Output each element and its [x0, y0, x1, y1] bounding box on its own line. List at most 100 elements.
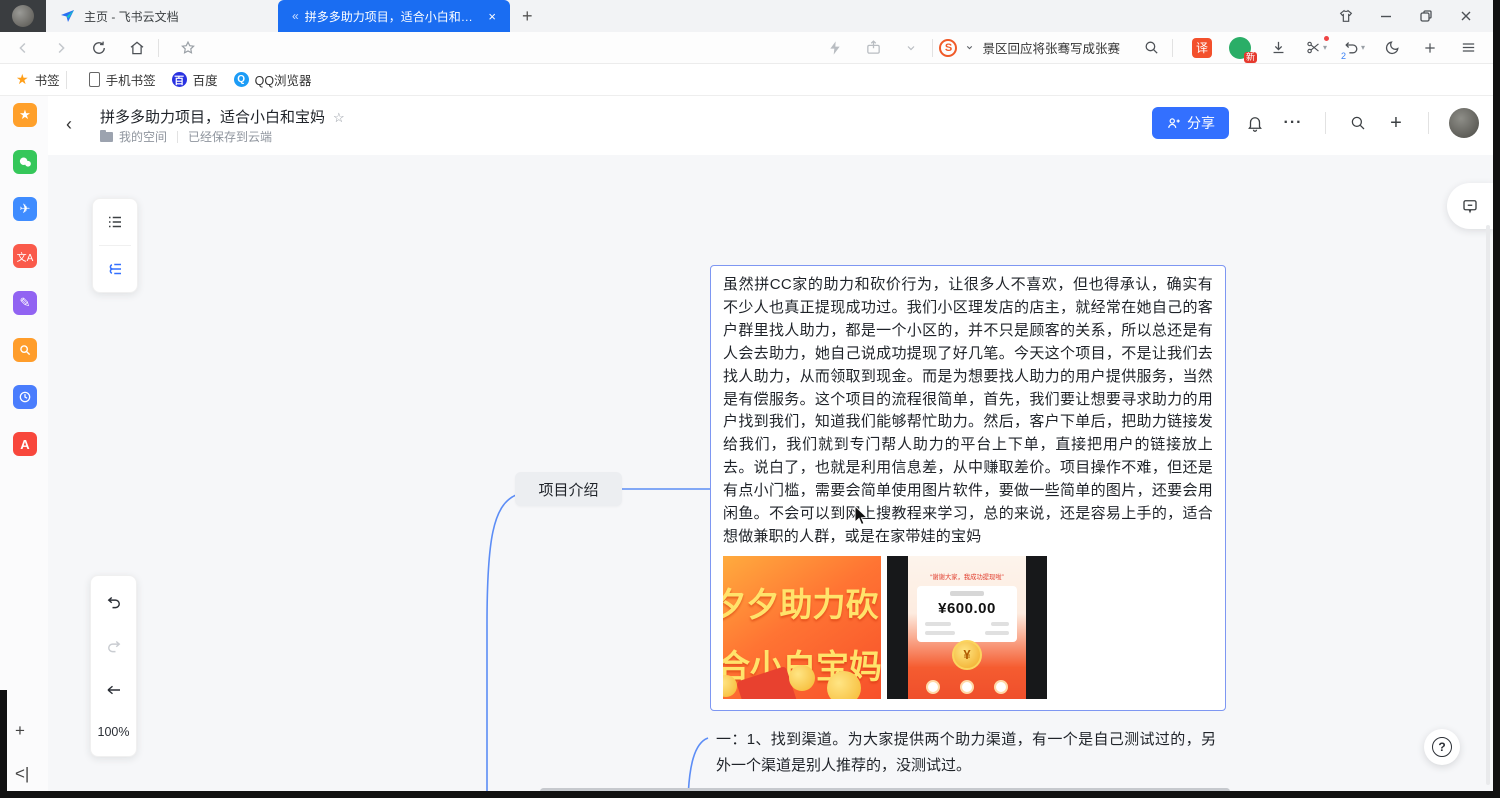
tab-feishu-home[interactable]: 主页 - 飞书云文档	[46, 0, 278, 32]
user-avatar[interactable]	[1449, 108, 1479, 138]
tab-title: 主页 - 飞书云文档	[84, 8, 264, 25]
bookmark-manager[interactable]: ★ 书签	[16, 70, 60, 89]
promo-image[interactable]: 夕夕助力砍 合小白宝妈	[723, 556, 881, 699]
mindmap-node-intro[interactable]: 项目介绍	[515, 472, 622, 506]
feishu-favicon	[60, 8, 76, 24]
theme-skin-icon[interactable]	[1329, 3, 1363, 29]
hot-search-suggestion[interactable]: 景区回应将张骞写成张赛	[982, 38, 1120, 57]
mindmap-view-button[interactable]	[93, 246, 137, 292]
sogou-logo-icon[interactable]: S	[939, 39, 957, 57]
new-tab-button[interactable]: +	[522, 6, 533, 27]
home-icon[interactable]	[122, 35, 152, 61]
baidu-icon: 百	[172, 72, 187, 87]
view-toggle-panel	[92, 198, 138, 293]
browser-toolbar: S 景区回应将张骞写成张赛 译 新 ▾ 2▾	[0, 32, 1493, 64]
undo-icon[interactable]	[91, 580, 136, 624]
more-options-icon[interactable]: ···	[1281, 111, 1305, 135]
tab-current-doc[interactable]: « 拼多多助力项目，适合小白和宝妈 - ×	[278, 0, 510, 32]
vertical-scrollbar[interactable]	[1486, 225, 1490, 785]
doc-title: 拼多多助力项目，适合小白和宝妈☆	[100, 106, 345, 127]
steps-paragraph-1: 一：1、找到渠道。为大家提供两个助力渠道，有一个是自己测试过的，另外一个渠道是别…	[716, 727, 1216, 779]
tab-back-icon[interactable]: «	[292, 9, 299, 23]
comments-panel-tab[interactable]	[1447, 183, 1493, 229]
mouse-cursor	[853, 505, 871, 527]
bookmark-baidu[interactable]: 百 百度	[172, 70, 218, 89]
add-sidebar-app-icon[interactable]: +	[15, 721, 25, 741]
wechat-icon[interactable]	[13, 150, 37, 174]
lightning-icon[interactable]	[820, 35, 850, 61]
doc-breadcrumb: 我的空间 已经保存到云端	[100, 128, 272, 145]
doc-search-icon[interactable]	[1346, 111, 1370, 135]
intro-text: 虽然拼CC家的助力和砍价行为，让很多人不喜欢，但也得承认，确实有不少人也真正提现…	[723, 274, 1213, 549]
canvas-controls-panel: 100%	[90, 575, 137, 757]
browser-account[interactable]	[0, 0, 46, 32]
doc-space[interactable]: 我的空间	[119, 128, 167, 145]
search-app-icon[interactable]	[13, 338, 37, 362]
back-icon[interactable]	[8, 35, 38, 61]
history-undo-icon[interactable]: 2▾	[1339, 35, 1369, 61]
bookmark-label: 手机书签	[106, 70, 156, 89]
doc-header: ‹ 拼多多助力项目，适合小白和宝妈☆ 我的空间 已经保存到云端 分享 ···	[48, 96, 1493, 155]
share-button[interactable]: 分享	[1152, 107, 1229, 139]
bookmark-qq-browser[interactable]: Q QQ浏览器	[234, 70, 312, 89]
withdraw-amount: ¥600.00	[925, 600, 1009, 617]
refresh-icon[interactable]	[84, 35, 114, 61]
add-extension-icon[interactable]	[1415, 35, 1445, 61]
search-engine-caret-icon[interactable]	[965, 43, 974, 52]
zoom-level[interactable]: 100%	[91, 712, 136, 752]
withdraw-screenshot-image[interactable]: “谢谢大家，我成功提现啦” ¥600.00 ¥	[887, 556, 1047, 699]
collect-star-icon[interactable]: ★	[13, 103, 37, 127]
help-button[interactable]: ?	[1424, 729, 1460, 765]
notes-pen-icon[interactable]: ✎	[13, 291, 37, 315]
translate-icon[interactable]: 译	[1187, 35, 1217, 61]
favorite-star-icon[interactable]	[173, 35, 203, 61]
promo-app-icon[interactable]: 新	[1225, 35, 1255, 61]
phone-bottom-icons	[908, 680, 1026, 694]
mindmap-node-content[interactable]: 虽然拼CC家的助力和砍价行为，让很多人不喜欢，但也得承认，确实有不少人也真正提现…	[710, 265, 1226, 711]
doc-back-icon[interactable]: ‹	[66, 114, 72, 135]
coin-graphic	[827, 671, 861, 699]
share-page-icon[interactable]	[858, 35, 888, 61]
translate-app-icon[interactable]: 文A	[13, 244, 37, 268]
horizontal-scrollbar[interactable]	[540, 788, 1230, 791]
page-content: ★ ✈ 文A ✎ A + <| ‹ 拼多多助力项目，适合小白和宝妈☆ 我的空间	[0, 96, 1493, 791]
bookmark-star-icon: ★	[16, 71, 29, 88]
comment-icon	[1461, 197, 1479, 215]
withdraw-card: ¥600.00	[917, 586, 1017, 642]
bookmark-mobile[interactable]: 手机书签	[89, 70, 156, 89]
restore-button[interactable]	[1409, 3, 1443, 29]
night-mode-moon-icon[interactable]	[1377, 35, 1407, 61]
history-clock-icon[interactable]	[13, 385, 37, 409]
paper-plane-icon[interactable]: ✈	[13, 197, 37, 221]
tab-title: 拼多多助力项目，适合小白和宝妈 -	[305, 8, 481, 25]
redo-icon[interactable]	[91, 624, 136, 668]
search-icon[interactable]	[1136, 35, 1166, 61]
mindmap-canvas[interactable]: 100% 项目介绍 虽然拼CC家的助力和砍价行为，让很多人不喜欢，但也得承认，确…	[48, 155, 1493, 791]
bookmark-label: 书签	[35, 70, 60, 89]
screenshot-scissors-icon[interactable]: ▾	[1301, 35, 1331, 61]
collapse-rail-icon[interactable]: <|	[15, 764, 29, 784]
tab-close-icon[interactable]: ×	[488, 9, 496, 24]
withdraw-quote: “谢谢大家，我成功提现啦”	[914, 572, 1020, 581]
mindmap-node-steps[interactable]: 一：1、找到渠道。为大家提供两个助力渠道，有一个是自己测试过的，另外一个渠道是别…	[716, 727, 1216, 791]
share-person-icon	[1166, 116, 1181, 131]
minimize-button[interactable]	[1369, 3, 1403, 29]
coin-graphic	[789, 665, 815, 691]
coin-yuan-icon: ¥	[952, 640, 982, 670]
notifications-bell-icon[interactable]	[1243, 111, 1267, 135]
browser-side-rail: ★ ✈ 文A ✎ A + <|	[0, 96, 48, 791]
bookmark-label: 百度	[193, 70, 218, 89]
favorite-doc-star-icon[interactable]: ☆	[333, 110, 345, 125]
pdf-tool-icon[interactable]: A	[13, 432, 37, 456]
tab-bar: 主页 - 飞书云文档 « 拼多多助力项目，适合小白和宝妈 - × +	[0, 0, 1493, 32]
chevron-down-icon[interactable]	[896, 35, 926, 61]
fit-to-center-icon[interactable]	[91, 668, 136, 712]
download-icon[interactable]	[1263, 35, 1293, 61]
create-new-icon[interactable]: +	[1384, 111, 1408, 135]
forward-icon[interactable]	[46, 35, 76, 61]
address-search-box[interactable]: S 景区回应将张骞写成张赛	[939, 38, 1120, 57]
toolbar-divider	[158, 39, 159, 57]
outline-view-button[interactable]	[93, 199, 137, 245]
close-window-button[interactable]	[1449, 3, 1483, 29]
menu-hamburger-icon[interactable]	[1453, 35, 1483, 61]
